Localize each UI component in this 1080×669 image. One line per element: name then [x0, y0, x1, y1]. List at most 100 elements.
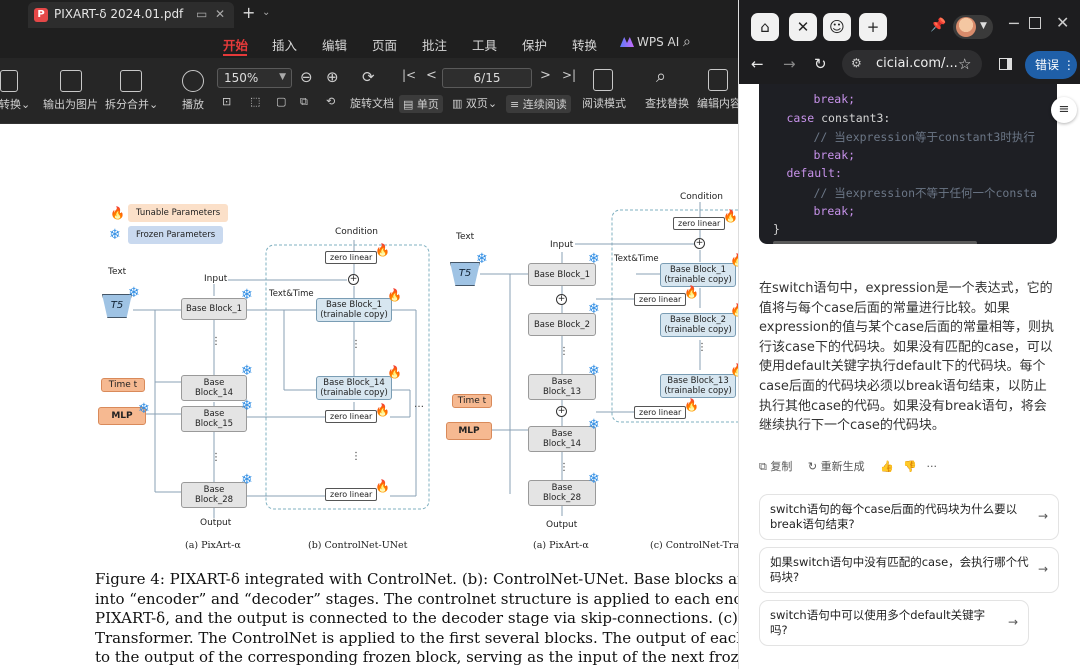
condition-label: Condition [335, 227, 378, 237]
read-mode-icon[interactable] [593, 69, 613, 91]
snowflake-icon: ❄ [109, 227, 121, 243]
first-page-icon[interactable]: |< [402, 68, 416, 82]
base-label: Base [203, 378, 225, 388]
menu-protect[interactable]: 保护 [522, 35, 547, 54]
screenshot-icon[interactable]: ▢ [276, 95, 286, 108]
suggestion-1[interactable]: switch语句的每个case后面的代码块为什么要以break语句结束? → [759, 494, 1059, 540]
side-panel-icon[interactable] [999, 58, 1012, 70]
zoom-select[interactable]: 150% ▼ [217, 68, 292, 88]
double-page-button[interactable]: ▥ 双页⌄ [452, 95, 497, 111]
prev-page-icon[interactable]: < [426, 68, 437, 83]
zoom-in-icon[interactable]: ⊕ [326, 68, 339, 86]
menu-start[interactable]: 开始 [223, 35, 248, 54]
regenerate-label: 重新生成 [820, 460, 865, 473]
rotate-icon[interactable]: ⟳ [362, 68, 375, 86]
trainable-label: (trainable copy) [664, 275, 732, 285]
menu-edit[interactable]: 编辑 [322, 35, 347, 54]
find-replace-button[interactable]: 查找替换 [645, 95, 689, 111]
output-label: Output [546, 520, 578, 530]
copy-button[interactable]: ⧉ 复制 [759, 460, 798, 473]
add-node: + [694, 238, 705, 249]
suggestion-3[interactable]: switch语句中可以使用多个default关键字吗? → [759, 600, 1029, 646]
regenerate-button[interactable]: ↻ 重新生成 [808, 460, 871, 473]
thumbs-up-icon[interactable]: 👍 [880, 460, 894, 473]
play-icon[interactable] [182, 70, 204, 92]
continuous-read-label: 连续阅读 [522, 98, 567, 111]
subcaption-b: (b) ControlNet-UNet [308, 540, 408, 551]
window-icon[interactable]: ▭ [196, 7, 207, 21]
reload-icon[interactable]: ↻ [814, 55, 827, 73]
code-line: default: [759, 166, 842, 180]
zoom-out-icon[interactable]: ⊖ [300, 68, 313, 86]
split-merge-button[interactable]: 拆分合并⌄ [105, 96, 158, 112]
block-14-label: Block_14 [542, 439, 582, 449]
flame-icon: 🔥 [375, 403, 390, 417]
subcaption-a2: (a) PixArt-α [533, 540, 589, 551]
ctrl-block-1: Base Block_1 (trainable copy) [660, 263, 736, 287]
continuous-read-button[interactable]: ≡ 连续阅读 [506, 95, 571, 113]
play-button[interactable]: 播放 [182, 96, 204, 112]
read-mode-button[interactable]: 阅读模式 [582, 95, 626, 111]
export-image-icon[interactable] [60, 70, 82, 92]
pin-icon[interactable]: 📌 [930, 18, 946, 33]
menu-page[interactable]: 页面 [372, 35, 397, 54]
suggestion-text: switch语句的每个case后面的代码块为什么要以break语句结束? [770, 502, 1018, 531]
export-image-button[interactable]: 输出为图片 [43, 96, 98, 112]
new-tab-icon[interactable]: + [859, 13, 887, 41]
arrow-right-icon: → [1037, 509, 1048, 523]
chevron-down-icon[interactable]: ⌄ [262, 7, 270, 18]
menu-tools[interactable]: 工具 [472, 35, 497, 54]
close-icon[interactable]: ✕ [789, 13, 817, 41]
profile-avatar[interactable]: ▼ [953, 15, 993, 39]
fit-icon[interactable]: ⊡ [222, 95, 231, 108]
menu-icon[interactable]: ≡ [1051, 97, 1077, 123]
next-page-icon[interactable]: > [540, 68, 551, 83]
zero-linear-box: zero linear [325, 488, 378, 501]
base-block-1: Base Block_1 [528, 263, 596, 286]
maximize-icon[interactable] [1029, 17, 1041, 29]
menu-annotate[interactable]: 批注 [422, 35, 447, 54]
copy-icon[interactable]: ⧉ [300, 95, 308, 109]
chevron-down-icon: ▼ [980, 21, 987, 31]
last-page-icon[interactable]: >| [562, 68, 576, 82]
thumbs-down-icon[interactable]: 👎 [903, 460, 917, 473]
search-icon[interactable]: ⌕ [683, 34, 691, 50]
bookmark-star-icon[interactable]: ☆ [958, 55, 971, 73]
minimize-icon[interactable]: ─ [1009, 14, 1019, 33]
suggestion-2[interactable]: 如果switch语句中没有匹配的case，会执行哪个代码块? → [759, 547, 1059, 593]
error-button[interactable]: 错误 ⋮ [1025, 51, 1077, 79]
forward-icon[interactable]: → [783, 55, 796, 73]
code-token: // 当expression不等于任何一个consta [813, 186, 1038, 200]
close-tab-icon[interactable]: ✕ [215, 7, 225, 21]
find-icon[interactable]: ⌕ [656, 66, 666, 87]
code-scrollbar[interactable] [773, 241, 977, 244]
split-merge-icon[interactable] [120, 70, 142, 92]
code-line: } [759, 222, 780, 236]
edit-content-icon[interactable] [708, 69, 728, 91]
base-block-28: Base Block_28 [181, 482, 247, 508]
assistant-icon[interactable]: ☺ [823, 13, 851, 41]
add-node: + [348, 274, 359, 285]
zero-linear-box: zero linear [325, 410, 378, 423]
close-window-icon[interactable]: ✕ [1056, 13, 1069, 32]
page-number-input[interactable]: 6/15 [442, 68, 532, 88]
convert-button[interactable]: 转换⌄ [0, 96, 30, 112]
back-icon[interactable]: ← [751, 55, 764, 73]
home-icon[interactable]: ⌂ [751, 13, 779, 41]
base-label: Base [551, 377, 573, 387]
wps-ai-button[interactable]: WPS AI [620, 35, 679, 49]
crop-icon[interactable]: ⬚ [250, 95, 260, 108]
ctrl-block-1-label: Base Block_1 [325, 300, 383, 310]
base-label: Base [551, 483, 573, 493]
single-page-button[interactable]: ▤ 单页 [399, 95, 443, 113]
edit-content-button[interactable]: 编辑内容 [697, 95, 741, 111]
site-settings-icon[interactable]: ⚙ [851, 56, 862, 70]
convert-icon[interactable] [0, 70, 18, 92]
menu-convert[interactable]: 转换 [572, 35, 597, 54]
menu-insert[interactable]: 插入 [272, 35, 297, 54]
rotate-doc-button[interactable]: 旋转文档 [350, 95, 394, 111]
more-icon[interactable]: ··· [926, 460, 937, 473]
rotate-page-icon[interactable]: ⟲ [326, 95, 335, 108]
pdf-document-tab[interactable]: P PIXART-δ 2024.01.pdf ▭ ✕ [28, 2, 234, 28]
new-tab-icon[interactable]: + [242, 3, 255, 22]
